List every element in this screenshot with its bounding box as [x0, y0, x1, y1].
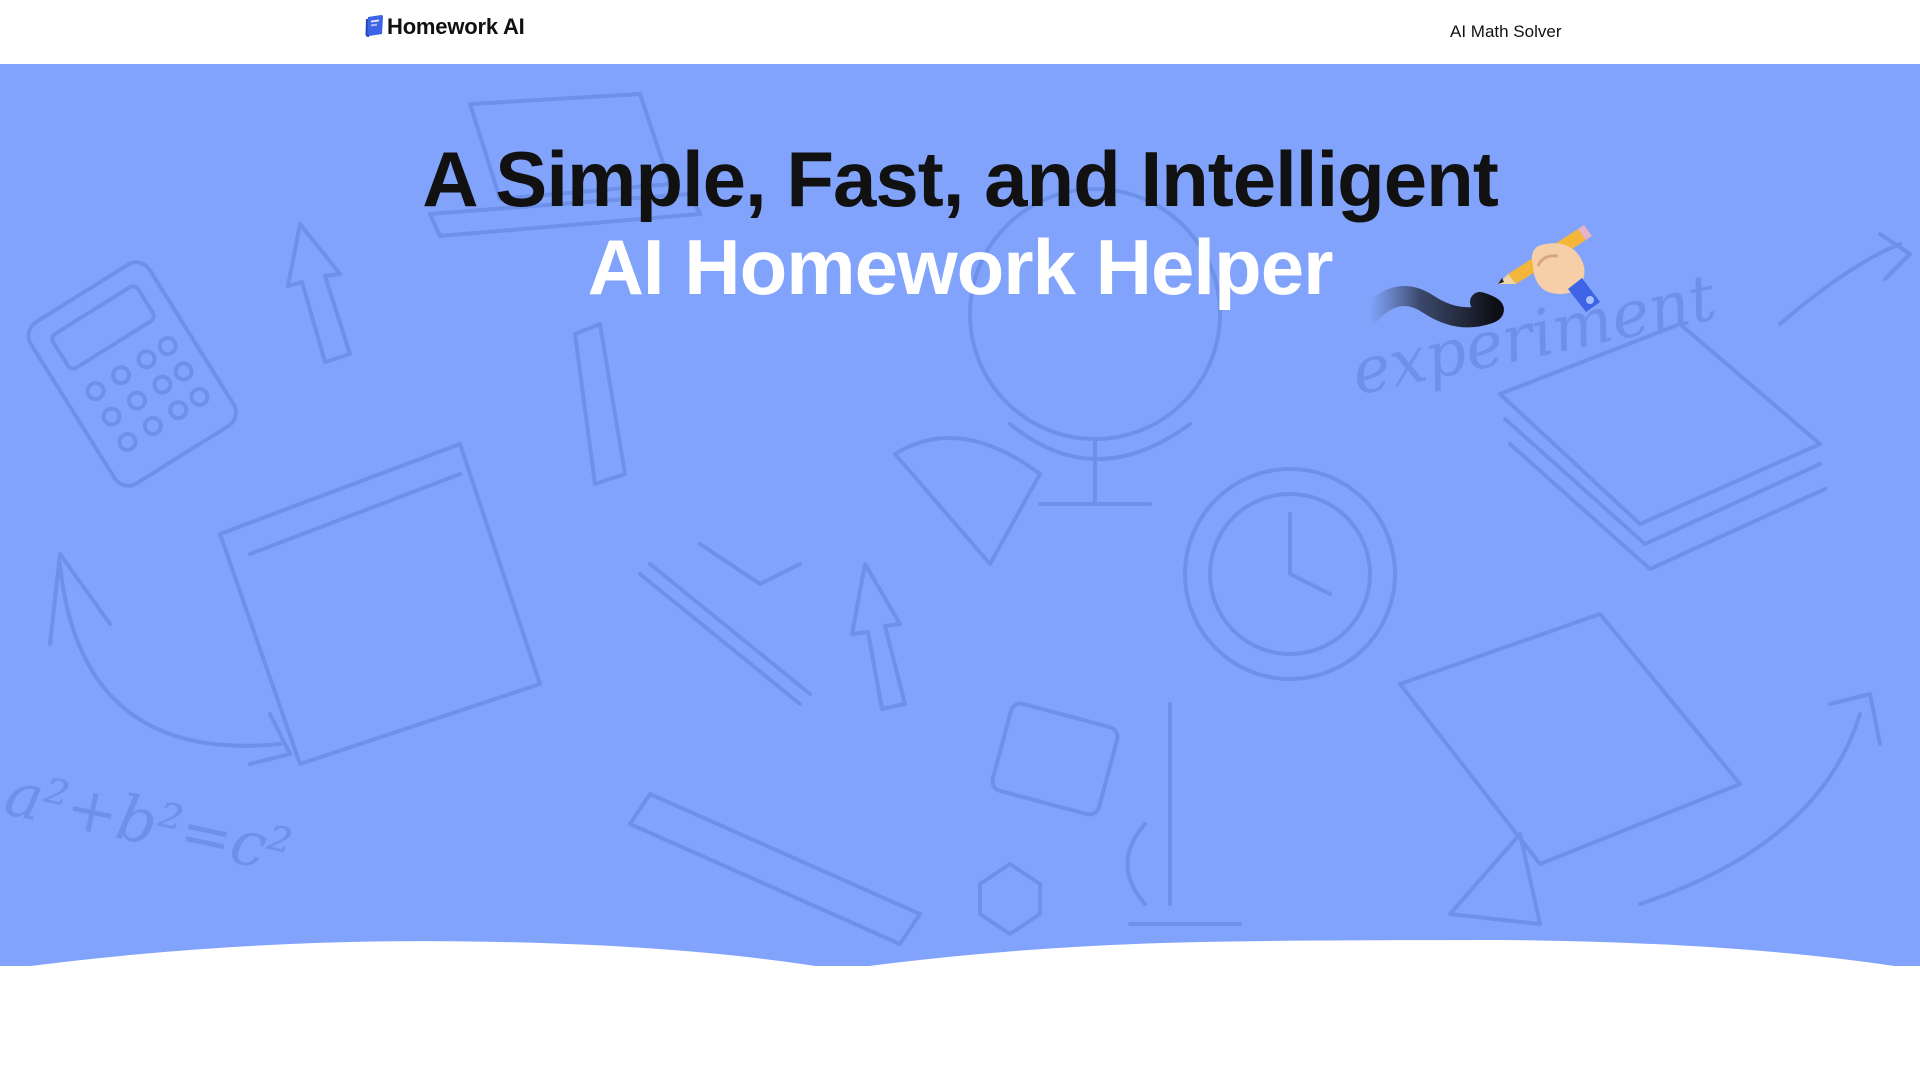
hero-title-line-1: A Simple, Fast, and Intelligent: [422, 135, 1499, 223]
brush-stroke-icon: [1368, 286, 1504, 328]
hero-section: a²+b²=c² experiment A Simple, Fast, and …: [0, 64, 1920, 966]
hero-decoration: [1368, 225, 1600, 328]
hero-title-line-2: AI Homework Helper: [587, 223, 1334, 311]
svg-text:a²+b²=c²: a²+b²=c²: [0, 756, 298, 888]
logo-link[interactable]: Homework AI: [363, 14, 525, 40]
logo-text: Homework AI: [387, 14, 525, 39]
site-header: Homework AI AI Math Solver: [0, 0, 1920, 64]
pencil-hand-icon: [1498, 225, 1600, 312]
nav-link-ai-math-solver[interactable]: AI Math Solver: [1450, 22, 1562, 42]
book-icon: [365, 15, 383, 37]
hero-bottom-wave: [0, 940, 1920, 970]
